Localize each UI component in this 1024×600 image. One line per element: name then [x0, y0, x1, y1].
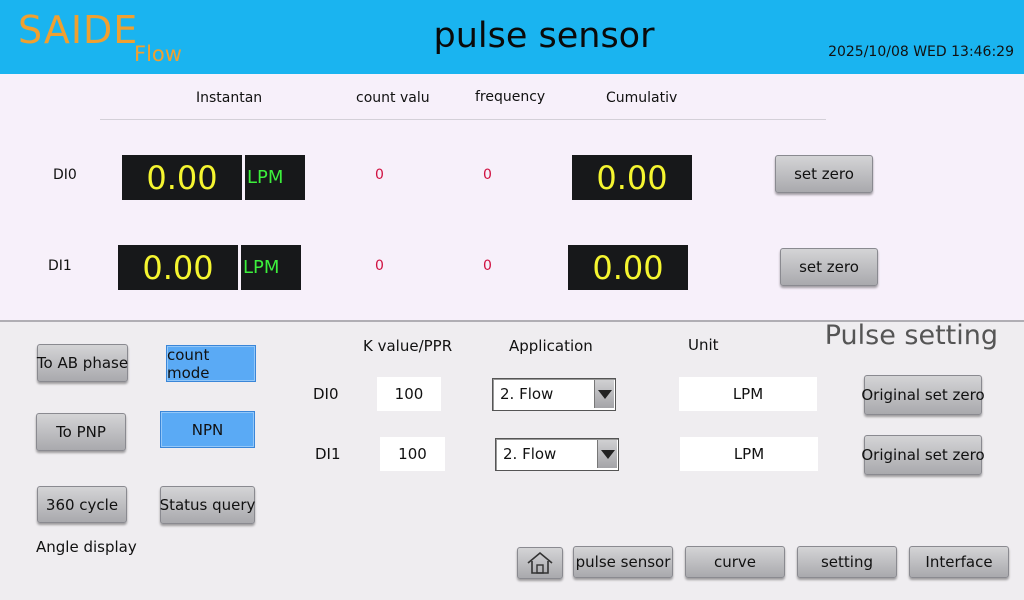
unit-field-di1[interactable]: LPM — [680, 437, 818, 471]
nav-setting-button[interactable]: setting — [797, 546, 897, 578]
nav-pulse-sensor-button[interactable]: pulse sensor — [573, 546, 673, 578]
unit-display-di0: LPM — [245, 155, 305, 200]
application-select-di1[interactable]: 2. Flow — [495, 438, 619, 471]
header-bar: SAIDE Flow pulse sensor 2025/10/08 WED 1… — [0, 0, 1024, 74]
column-header-frequency: frequency — [475, 89, 546, 105]
application-header: Application — [509, 337, 593, 355]
set-zero-button-di1[interactable]: set zero — [780, 248, 878, 286]
instant-display-di1: 0.00 — [118, 245, 238, 290]
instant-display-di0: 0.00 — [122, 155, 242, 200]
dropdown-arrow-icon[interactable] — [597, 440, 617, 468]
cumulative-display-di0: 0.00 — [572, 155, 692, 200]
home-icon — [527, 551, 553, 574]
setting-label-di0: DI0 — [313, 385, 339, 403]
k-value-header: K value/PPR — [363, 337, 453, 355]
frequency-value-di1: 0 — [483, 258, 492, 274]
column-header-instant: Instantan — [196, 90, 263, 106]
original-set-zero-button-di1[interactable]: Original set zero — [861, 435, 985, 475]
frequency-value-di0: 0 — [483, 167, 492, 183]
set-zero-button-di0[interactable]: set zero — [775, 155, 873, 193]
unit-field-di0[interactable]: LPM — [679, 377, 817, 411]
column-header-cumulative: Cumulativ — [606, 90, 678, 106]
application-select-value-di0: 2. Flow — [500, 385, 554, 403]
status-query-button[interactable]: Status query — [160, 486, 255, 524]
setting-label-di1: DI1 — [315, 445, 341, 463]
original-set-zero-button-di0[interactable]: Original set zero — [861, 375, 985, 415]
pnp-button[interactable]: To PNP — [36, 413, 126, 451]
home-button[interactable] — [517, 547, 563, 579]
ab-phase-button[interactable]: To AB phase — [37, 344, 128, 382]
k-value-input-di0[interactable]: 100 — [377, 377, 441, 411]
cycle-button[interactable]: 360 cycle — [37, 486, 127, 523]
count-value-di1: 0 — [375, 258, 384, 274]
application-select-value-di1: 2. Flow — [503, 445, 557, 463]
pulse-setting-title: Pulse setting — [824, 320, 998, 351]
unit-display-di1: LPM — [241, 245, 301, 290]
channel-label-di1: DI1 — [48, 258, 72, 274]
application-select-di0[interactable]: 2. Flow — [492, 378, 616, 411]
unit-header: Unit — [688, 336, 719, 354]
nav-curve-button[interactable]: curve — [685, 546, 785, 578]
count-value-di0: 0 — [375, 167, 384, 183]
header-underline — [100, 119, 826, 120]
nav-interface-button[interactable]: Interface — [909, 546, 1009, 578]
npn-button[interactable]: NPN — [160, 411, 255, 448]
column-header-count: count valu — [356, 90, 430, 106]
channel-label-di0: DI0 — [53, 167, 77, 183]
datetime: 2025/10/08 WED 13:46:29 — [828, 44, 1014, 60]
angle-display-label: Angle display — [36, 538, 137, 556]
cumulative-display-di1: 0.00 — [568, 245, 688, 290]
dropdown-arrow-icon[interactable] — [594, 380, 614, 408]
count-mode-button[interactable]: count mode — [166, 345, 256, 382]
k-value-input-di1[interactable]: 100 — [380, 437, 445, 471]
